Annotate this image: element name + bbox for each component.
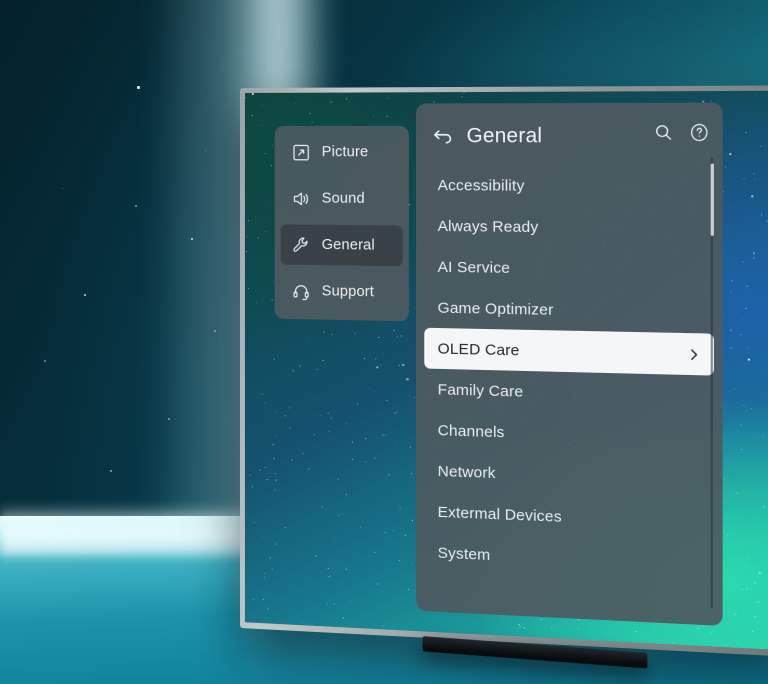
menu-item-label: OLED Care (437, 339, 520, 360)
sidebar-item-general[interactable]: General (280, 224, 403, 267)
speaker-icon (292, 189, 311, 208)
sidebar-item-label: Picture (321, 144, 369, 161)
menu-item-label: Always Ready (437, 217, 539, 236)
menu-item-label: System (437, 543, 491, 564)
menu-item-label: Channels (437, 421, 505, 441)
sidebar-item-sound[interactable]: Sound (281, 178, 403, 219)
wrench-icon (292, 235, 311, 254)
scene: Picture Sound General Support General Ac… (0, 0, 768, 684)
back-arrow-icon[interactable] (429, 124, 454, 149)
settings-sidebar: Picture Sound General Support (274, 125, 409, 322)
menu-item-label: Game Optimizer (437, 298, 554, 319)
menu-item-accessibility[interactable]: Accessibility (424, 165, 714, 208)
panel-header: General (416, 103, 723, 170)
menu-item-oled-care[interactable]: OLED Care (424, 327, 714, 376)
tv-bezel: Picture Sound General Support General Ac… (240, 85, 768, 658)
menu-item-always-ready[interactable]: Always Ready (424, 205, 714, 249)
menu-item-label: AI Service (437, 258, 511, 277)
menu-item-label: Family Care (437, 380, 524, 401)
scrollbar-thumb[interactable] (710, 163, 714, 236)
settings-overlay: Picture Sound General Support General Ac… (245, 91, 768, 651)
menu-item-label: Network (437, 462, 496, 482)
headset-icon (292, 281, 311, 300)
menu-item-game-optimizer[interactable]: Game Optimizer (424, 287, 714, 334)
search-icon[interactable] (653, 123, 673, 143)
sidebar-item-label: Support (321, 283, 375, 301)
picture-icon (292, 143, 311, 162)
sidebar-item-label: Sound (321, 190, 365, 207)
panel-scrollbar[interactable] (710, 157, 714, 609)
menu-item-ai-service[interactable]: AI Service (424, 246, 714, 291)
settings-menu-list: Accessibility Always Ready AI Service Game … (416, 165, 723, 586)
menu-item-label: Extermal Devices (437, 503, 562, 526)
television: Picture Sound General Support General Ac… (240, 85, 768, 669)
chevron-right-icon (687, 347, 701, 361)
general-settings-panel: General Accessibility Always Ready AI Se… (416, 102, 723, 626)
help-icon[interactable] (689, 123, 710, 143)
sidebar-item-picture[interactable]: Picture (281, 132, 403, 173)
panel-header-actions (653, 123, 709, 143)
tv-screen: Picture Sound General Support General Ac… (244, 90, 768, 651)
menu-item-label: Accessibility (437, 176, 525, 195)
sidebar-item-support[interactable]: Support (281, 271, 403, 313)
page-title: General (466, 124, 543, 147)
sidebar-item-label: General (321, 236, 375, 254)
